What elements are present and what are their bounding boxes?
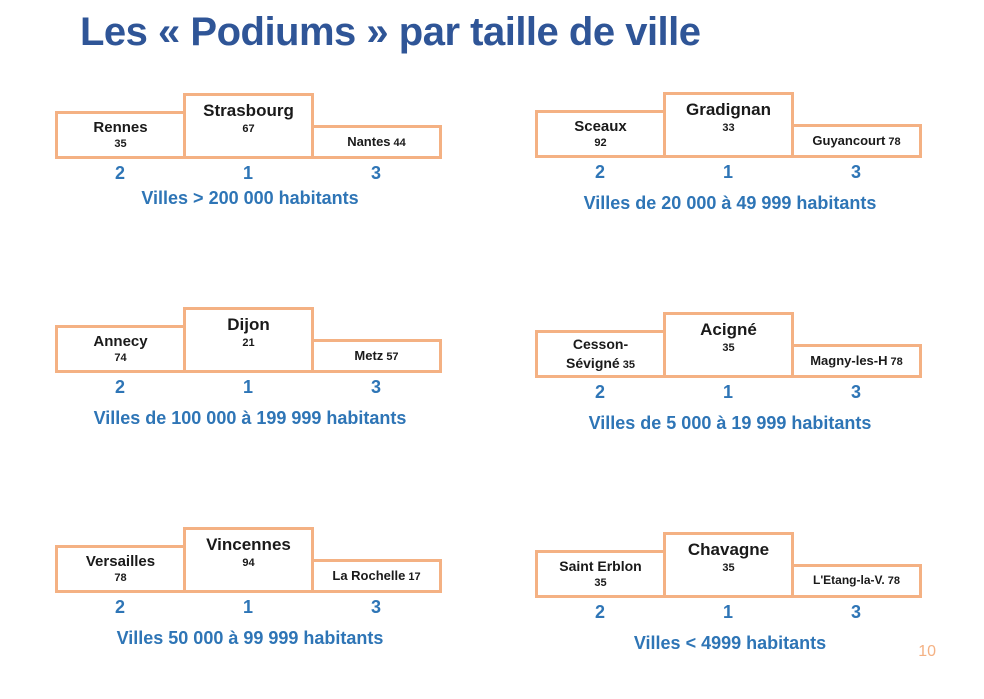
- rank-label: 1: [242, 377, 253, 397]
- city-name: Metz: [354, 348, 384, 363]
- rank-label: 3: [370, 597, 381, 617]
- rank-label: 3: [850, 162, 861, 182]
- podium-third-place: Guyancourt 78: [791, 124, 922, 158]
- rank-label: 2: [594, 162, 605, 182]
- city-name: Annecy: [93, 333, 148, 350]
- city-name: Magny-les-H: [810, 353, 888, 368]
- department-code: 94: [242, 557, 255, 569]
- city-name: Vincennes: [206, 535, 291, 554]
- podium-third-place: La Rochelle 17: [311, 559, 442, 593]
- podium-second-place: Annecy 74: [55, 325, 186, 373]
- page-number: 10: [918, 643, 936, 660]
- department-code: 33: [722, 122, 735, 134]
- rank-label: 2: [114, 597, 125, 617]
- podium-100k-200k-cities: Annecy 74 Dijon 21 Metz 57 2 1 3 Villes d…: [55, 307, 445, 457]
- rank-label: 2: [114, 377, 125, 397]
- podium-third-place: Magny-les-H 78: [791, 344, 922, 378]
- rank-label: 2: [594, 382, 605, 402]
- department-code: 67: [242, 123, 255, 135]
- department-code: 17: [408, 571, 421, 583]
- rank-label: 3: [850, 382, 861, 402]
- department-code: 92: [594, 137, 607, 149]
- podium-first-place: Gradignan 33: [663, 92, 794, 158]
- podium-first-place: Acigné 35: [663, 312, 794, 378]
- rank-label: 1: [722, 162, 733, 182]
- podium-third-place: Nantes 44: [311, 125, 442, 159]
- department-code: 35: [622, 359, 635, 371]
- city-name: Rennes: [93, 119, 148, 136]
- rank-label: 1: [722, 602, 733, 622]
- rank-label: 1: [242, 163, 253, 183]
- city-name: Chavagne: [687, 540, 770, 559]
- department-code: 35: [722, 342, 735, 354]
- podium-large-cities: Rennes 35 Strasbourg 67 Nantes 44 2 1 3 V…: [55, 93, 445, 243]
- podium-third-place: L'Etang-la-V. 78: [791, 564, 922, 598]
- podium-first-place: Chavagne 35: [663, 532, 794, 598]
- city-name: Sévigné: [566, 355, 620, 371]
- rank-label: 3: [850, 602, 861, 622]
- department-code: 78: [888, 136, 901, 148]
- podium-5k-20k-cities: Cesson- Sévigné 35 Acigné 35 Magny-les-H 7…: [535, 312, 925, 462]
- city-name: Nantes: [347, 134, 391, 149]
- podium-caption: Villes de 20 000 à 49 999 habitants: [583, 193, 877, 213]
- city-name: Versailles: [85, 553, 156, 570]
- department-code: 78: [887, 575, 900, 587]
- department-code: 57: [386, 351, 399, 363]
- podium-second-place: Sceaux 92: [535, 110, 666, 158]
- department-code: 78: [890, 356, 903, 368]
- department-code: 78: [114, 572, 127, 584]
- podium-first-place: Strasbourg 67: [183, 93, 314, 159]
- department-code: 35: [722, 562, 735, 574]
- rank-label: 1: [242, 597, 253, 617]
- department-code: 44: [393, 137, 406, 149]
- city-name: Guyancourt: [812, 133, 886, 148]
- podium-first-place: Dijon 21: [183, 307, 314, 373]
- podium-caption: Villes < 4999 habitants: [633, 633, 827, 653]
- podium-second-place: Versailles 78: [55, 545, 186, 593]
- podium-second-place: Saint Erblon 35: [535, 550, 666, 598]
- city-name: Sceaux: [574, 118, 627, 135]
- city-name: Dijon: [227, 315, 270, 334]
- rank-label: 2: [114, 163, 125, 183]
- department-code: 35: [114, 138, 127, 150]
- podium-first-place: Vincennes 94: [183, 527, 314, 593]
- city-name: Cesson-: [572, 336, 629, 352]
- rank-label: 3: [370, 377, 381, 397]
- podium-second-place: Cesson- Sévigné 35: [535, 330, 666, 378]
- podium-second-place: Rennes 35: [55, 111, 186, 159]
- podium-20k-50k-cities: Sceaux 92 Gradignan 33 Guyancourt 78 2 1 …: [535, 92, 925, 242]
- department-code: 74: [114, 352, 127, 364]
- rank-label: 1: [722, 382, 733, 402]
- city-name: L'Etang-la-V.: [812, 573, 885, 587]
- city-name: La Rochelle: [332, 568, 406, 583]
- podium-caption: Villes 50 000 à 99 999 habitants: [116, 628, 384, 648]
- page-title: Les « Podiums » par taille de ville: [80, 10, 701, 54]
- department-code: 35: [594, 577, 607, 589]
- city-name: Acigné: [700, 320, 757, 339]
- department-code: 21: [242, 337, 255, 349]
- podium-caption: Villes de 100 000 à 199 999 habitants: [93, 408, 407, 428]
- podium-50k-100k-cities: Versailles 78 Vincennes 94 La Rochelle 17…: [55, 527, 445, 677]
- podium-caption: Villes de 5 000 à 19 999 habitants: [588, 413, 872, 433]
- city-name: Saint Erblon: [559, 558, 642, 574]
- city-name: Gradignan: [685, 100, 771, 119]
- city-name: Strasbourg: [203, 101, 294, 120]
- rank-label: 2: [594, 602, 605, 622]
- podium-caption: Villes > 200 000 habitants: [141, 188, 359, 208]
- podium-third-place: Metz 57: [311, 339, 442, 373]
- podium-small-cities: Saint Erblon 35 Chavagne 35 L'Etang-la-V…: [535, 532, 925, 682]
- rank-label: 3: [370, 163, 381, 183]
